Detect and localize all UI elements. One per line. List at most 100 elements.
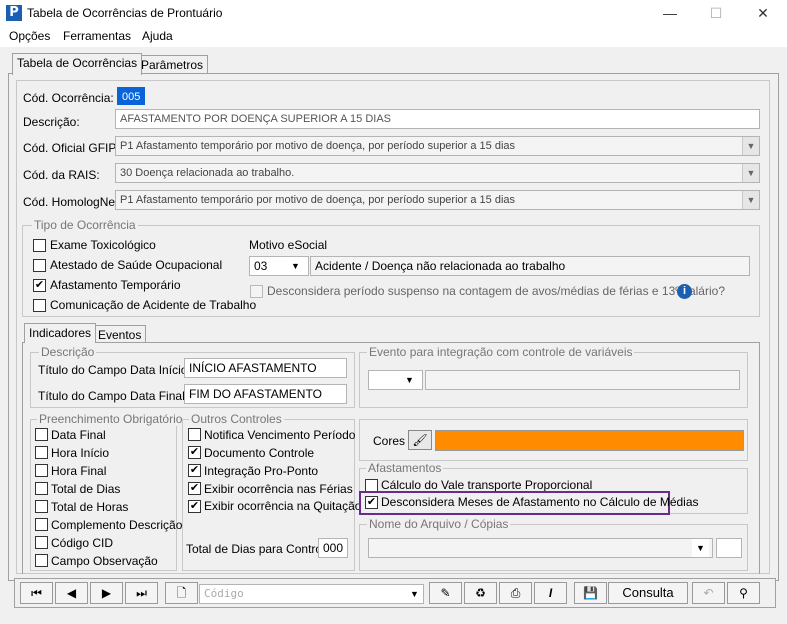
chevron-down-icon[interactable]: ▼ [287, 257, 304, 275]
total-dias-controle-input[interactable]: 000 [318, 538, 348, 558]
chevron-down-icon[interactable]: ▼ [692, 539, 709, 557]
info-icon[interactable]: i [677, 284, 692, 299]
integracao-pro-ponto-label: Integração Pro-Ponto [204, 464, 319, 478]
comunicacao-acidente-label: Comunicação de Acidente de Trabalho [50, 298, 257, 312]
desconsidera-meses-label: Desconsidera Meses de Afastamento no Cál… [381, 495, 699, 509]
hora-final-label: Hora Final [51, 464, 107, 478]
hora-inicio-checkbox[interactable] [35, 446, 48, 459]
afastamento-temporario-label: Afastamento Temporário [50, 278, 181, 292]
undo-icon[interactable]: ↶ [692, 582, 725, 604]
tipo-ocorrencia-title: Tipo de Ocorrência [32, 218, 138, 232]
homolognet-label: Cód. HomologNet: [23, 195, 122, 209]
app-icon: P [6, 5, 22, 21]
descricao-group-title: Descrição [39, 345, 97, 359]
comunicacao-acidente-checkbox[interactable] [33, 299, 46, 312]
cod-ocorrencia-label: Cód. Ocorrência: [23, 91, 114, 105]
tab-parametros[interactable]: Parâmetros [136, 55, 209, 73]
color-swatch[interactable] [435, 430, 744, 451]
homolognet-select[interactable]: P1 Afastamento temporário por motivo de … [115, 190, 760, 210]
codigo-cid-label: Código CID [51, 536, 114, 550]
desconsidera-periodo-checkbox[interactable] [250, 285, 263, 298]
exibir-ferias-label: Exibir ocorrência nas Férias [204, 482, 353, 496]
afastamento-temporario-checkbox[interactable]: ✔ [33, 279, 46, 292]
paint-bucket-icon[interactable]: 🖌 [408, 430, 432, 450]
delete-record-icon[interactable]: ♻ [464, 582, 497, 604]
arquivo-title: Nome do Arquivo / Cópias [367, 517, 511, 531]
integracao-pro-ponto-checkbox[interactable]: ✔ [188, 464, 201, 477]
cod-ocorrencia-input[interactable]: 005 [117, 87, 145, 105]
exame-toxicologico-checkbox[interactable] [33, 239, 46, 252]
outros-controles-title: Outros Controles [189, 412, 284, 426]
complemento-descricao-label: Complemento Descrição [51, 518, 183, 532]
atestado-checkbox[interactable] [33, 259, 46, 272]
data-inicio-label: Título do Campo Data Início: [38, 363, 191, 377]
chevron-down-icon[interactable]: ▼ [742, 191, 759, 209]
notifica-vencimento-checkbox[interactable] [188, 428, 201, 441]
campo-observacao-checkbox[interactable] [35, 554, 48, 567]
hora-final-checkbox[interactable] [35, 464, 48, 477]
total-dias-label: Total de Dias [51, 482, 121, 496]
complemento-descricao-checkbox[interactable] [35, 518, 48, 531]
exame-toxicologico-label: Exame Toxicológico [50, 238, 156, 252]
cores-label: Cores [373, 434, 406, 448]
binoculars-icon[interactable]: ⚲ [727, 582, 760, 604]
chevron-down-icon[interactable]: ▼ [401, 371, 418, 389]
chevron-down-icon[interactable]: ▼ [742, 137, 759, 155]
print-icon[interactable]: ⎙ [499, 582, 532, 604]
data-final-input[interactable]: FIM DO AFASTAMENTO [184, 384, 347, 404]
exibir-quitacao-checkbox[interactable]: ✔ [188, 500, 201, 513]
desconsidera-meses-checkbox[interactable]: ✔ [365, 496, 378, 509]
first-record-button[interactable]: ⏮ [20, 582, 53, 604]
menu-opcoes[interactable]: Opções [9, 29, 50, 43]
total-horas-label: Total de Horas [51, 500, 129, 514]
chevron-down-icon[interactable]: ▼ [742, 164, 759, 182]
campo-observacao-label: Campo Observação [51, 554, 158, 568]
tab-tabela-ocorrencias[interactable]: Tabela de Ocorrências [12, 53, 143, 75]
hora-inicio-label: Hora Início [51, 446, 110, 460]
evento-group-title: Evento para integração com controle de v… [367, 345, 635, 359]
motivo-esocial-label: Motivo eSocial [249, 238, 328, 252]
minimize-button[interactable]: — [647, 0, 693, 27]
rais-select[interactable]: 30 Doença relacionada ao trabalho. [115, 163, 760, 183]
window-title: Tabela de Ocorrências de Prontuário [27, 6, 223, 20]
title-bar: P Tabela de Ocorrências de Prontuário — … [0, 0, 787, 27]
data-final-checkbox[interactable] [35, 428, 48, 441]
consulta-button[interactable]: Consulta [608, 582, 688, 604]
menu-bar: Opções Ferramentas Ajuda [0, 27, 787, 47]
exibir-ferias-checkbox[interactable]: ✔ [188, 482, 201, 495]
close-button[interactable]: ✕ [740, 0, 786, 27]
maximize-button[interactable]: ☐ [693, 0, 739, 27]
edit-record-icon[interactable]: ✎ [429, 582, 462, 604]
tab-eventos[interactable]: Eventos [93, 325, 147, 343]
notifica-vencimento-label: Notifica Vencimento Período [204, 428, 356, 442]
copias-input[interactable] [716, 538, 742, 558]
prev-record-button[interactable]: ◀ [55, 582, 88, 604]
atestado-label: Atestado de Saúde Ocupacional [50, 258, 223, 272]
data-inicio-input[interactable]: INÍCIO AFASTAMENTO [184, 358, 347, 378]
gfip-select[interactable]: P1 Afastamento temporário por motivo de … [115, 136, 760, 156]
search-input[interactable]: Código [199, 584, 424, 604]
arquivo-select[interactable] [368, 538, 713, 558]
total-dias-controle-label: Total de Dias para Controle: [186, 542, 335, 556]
codigo-cid-checkbox[interactable] [35, 536, 48, 549]
tab-indicadores[interactable]: Indicadores [24, 323, 97, 343]
new-document-icon[interactable]: 🗋 [165, 582, 198, 604]
evento-desc [425, 370, 740, 390]
exibir-quitacao-label: Exibir ocorrência na Quitação [204, 499, 362, 513]
save-icon[interactable]: 💾 [574, 582, 607, 604]
menu-ajuda[interactable]: Ajuda [142, 29, 173, 43]
afastamentos-title: Afastamentos [366, 461, 444, 475]
next-record-button[interactable]: ▶ [90, 582, 123, 604]
chevron-down-icon[interactable]: ▼ [406, 585, 423, 603]
preenchimento-title: Preenchimento Obrigatório [37, 412, 185, 426]
total-horas-checkbox[interactable] [35, 500, 48, 513]
menu-ferramentas[interactable]: Ferramentas [63, 29, 131, 43]
last-record-button[interactable]: ⏭ [125, 582, 158, 604]
total-dias-checkbox[interactable] [35, 482, 48, 495]
rais-label: Cód. da RAIS: [23, 168, 100, 182]
vale-transporte-label: Cálculo do Vale transporte Proporcional [381, 478, 593, 492]
desconsidera-periodo-label: Desconsidera período suspenso na contage… [267, 284, 725, 298]
documento-controle-checkbox[interactable]: ✔ [188, 446, 201, 459]
italic-icon[interactable]: I [534, 582, 567, 604]
descricao-input[interactable]: AFASTAMENTO POR DOENÇA SUPERIOR A 15 DIA… [115, 109, 760, 129]
